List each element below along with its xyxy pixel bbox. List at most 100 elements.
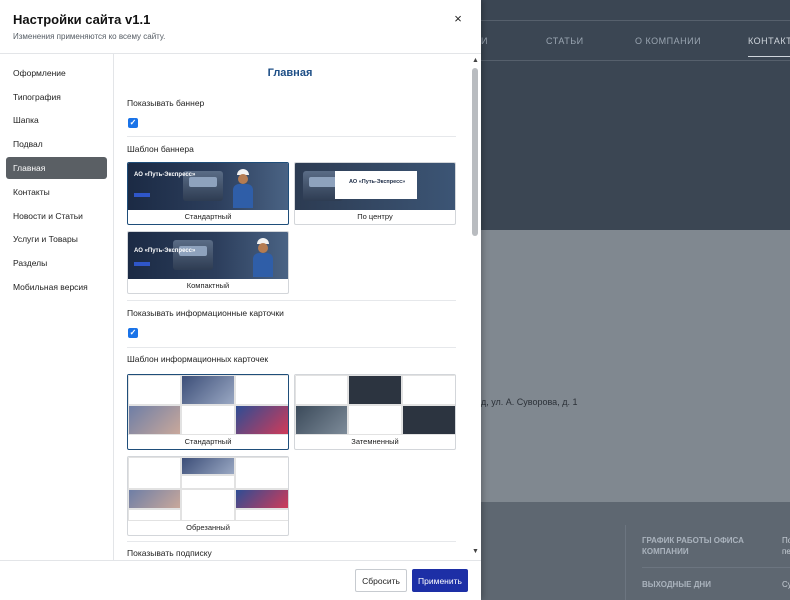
sidebar-item-mobile[interactable]: Мобильная версия <box>6 276 107 298</box>
panel-header: Настройки сайта v1.1 Изменения применяют… <box>0 0 481 54</box>
banner-template-label: Шаблон баннера <box>127 144 194 154</box>
worker-image <box>252 238 274 277</box>
panel-title: Настройки сайта v1.1 <box>13 12 151 27</box>
reset-button[interactable]: Сбросить <box>355 569 407 592</box>
section-title: Главная <box>267 67 313 79</box>
sidebar-item-header[interactable]: Шапка <box>6 109 107 131</box>
card-tile <box>128 489 181 509</box>
background-schedule-label: ГРАФИК РАБОТЫ ОФИСА <box>642 536 744 545</box>
sidebar-item-footer[interactable]: Подвал <box>6 133 107 155</box>
card-tile <box>235 509 288 521</box>
card-tile <box>235 405 288 435</box>
cards-template-cropped[interactable]: Обрезанный <box>127 456 289 536</box>
card-tile <box>348 405 402 435</box>
background-header-divider <box>481 60 790 61</box>
template-caption: По центру <box>357 212 393 221</box>
cards-thumbnail <box>295 375 455 435</box>
banner-template-center[interactable]: АО «Путь-Экспресс» По центру <box>294 162 456 225</box>
background-nav-underline <box>748 56 790 57</box>
show-info-cards-checkbox[interactable]: ✓ <box>128 328 138 338</box>
card-tile <box>181 457 235 475</box>
card-tile <box>128 509 181 521</box>
template-caption: Затемненный <box>351 437 399 446</box>
card-tile <box>348 375 402 405</box>
banner-brand-text: АО «Путь-Экспресс» <box>134 172 196 178</box>
divider <box>127 541 456 542</box>
background-footer-divider <box>642 567 790 568</box>
sidebar-item-news[interactable]: Новости и Статьи <box>6 205 107 227</box>
cards-template-standard[interactable]: Стандартный <box>127 374 289 450</box>
settings-sidebar: Оформление Типография Шапка Подвал Главн… <box>0 54 114 560</box>
sidebar-item-sections[interactable]: Разделы <box>6 252 107 274</box>
info-cards-template-label: Шаблон информационных карточек <box>127 354 269 364</box>
card-tile <box>295 375 348 405</box>
content-scrollbar[interactable]: ▲ ▼ <box>470 54 480 560</box>
close-icon[interactable]: × <box>450 11 466 27</box>
apply-button[interactable]: Применить <box>412 569 468 592</box>
sidebar-item-home[interactable]: Главная <box>6 157 107 179</box>
background-nav-item: КОНТАКТЫ <box>748 36 790 46</box>
banner-thumbnail: АО «Путь-Экспресс» <box>295 163 455 210</box>
template-caption: Компактный <box>186 281 230 290</box>
cards-thumbnail <box>128 375 288 435</box>
banner-thumbnail: АО «Путь-Экспресс» <box>128 232 288 279</box>
card-tile <box>128 375 181 405</box>
banner-template-compact[interactable]: АО «Путь-Экспресс» Компактный <box>127 231 289 294</box>
background-nav-item: О КОМПАНИИ <box>635 36 702 46</box>
banner-cta <box>134 262 150 266</box>
background-address: д, ул. А. Суворова, д. 1 <box>481 397 578 407</box>
panel-footer: Сбросить Применить <box>0 560 481 600</box>
scroll-up-icon[interactable]: ▲ <box>472 57 479 64</box>
background-schedule-value: По <box>782 536 790 545</box>
card-tile <box>235 457 288 489</box>
background-schedule-label: КОМПАНИИ <box>642 547 689 556</box>
background-weekend-label: ВЫХОДНЫЕ ДНИ <box>642 580 711 589</box>
show-subscription-label: Показывать подписку <box>127 548 212 558</box>
banner-center-box: АО «Путь-Экспресс» <box>335 171 417 199</box>
show-banner-checkbox[interactable]: ✓ <box>128 118 138 128</box>
background-nav-item: И <box>481 36 488 46</box>
cards-thumbnail <box>128 457 288 521</box>
banner-brand-text: АО «Путь-Экспресс» <box>134 248 196 254</box>
scroll-thumb[interactable] <box>472 68 478 236</box>
card-tile <box>128 405 181 435</box>
divider <box>127 347 456 348</box>
background-weekend-value: Су <box>782 580 790 589</box>
template-caption: Обрезанный <box>186 523 230 532</box>
card-tile <box>295 405 348 435</box>
cards-template-dark[interactable]: Затемненный <box>294 374 456 450</box>
background-header-divider <box>481 20 790 21</box>
settings-panel: Настройки сайта v1.1 Изменения применяют… <box>0 0 481 600</box>
banner-brand-text: АО «Путь-Экспресс» <box>349 179 406 185</box>
card-tile <box>181 489 235 521</box>
sidebar-item-contacts[interactable]: Контакты <box>6 181 107 203</box>
divider <box>127 136 456 137</box>
truck-image <box>173 240 213 270</box>
template-caption: Стандартный <box>184 212 232 221</box>
sidebar-item-services[interactable]: Услуги и Товары <box>6 228 107 250</box>
settings-content: Главная Показывать баннер ✓ Шаблон банне… <box>115 54 471 560</box>
background-footer <box>481 502 790 600</box>
background-footer-divider <box>625 525 626 600</box>
card-tile <box>181 475 235 489</box>
worker-image <box>232 169 254 208</box>
sidebar-item-appearance[interactable]: Оформление <box>6 62 107 84</box>
card-tile <box>181 375 235 405</box>
banner-cta <box>134 193 150 197</box>
card-tile <box>235 489 288 509</box>
panel-subtitle: Изменения применяются ко всему сайту. <box>13 32 166 41</box>
card-tile <box>402 375 455 405</box>
show-banner-label: Показывать баннер <box>127 98 205 108</box>
sidebar-item-typography[interactable]: Типография <box>6 86 107 108</box>
banner-template-standard[interactable]: АО «Путь-Экспресс» Стандартный <box>127 162 289 225</box>
scroll-down-icon[interactable]: ▼ <box>472 548 479 555</box>
background-schedule-value: пе <box>782 547 790 556</box>
card-tile <box>128 457 181 489</box>
background-nav-item: СТАТЬИ <box>546 36 584 46</box>
banner-thumbnail: АО «Путь-Экспресс» <box>128 163 288 210</box>
card-tile <box>402 405 455 435</box>
template-caption: Стандартный <box>184 437 232 446</box>
divider <box>127 300 456 301</box>
card-tile <box>181 405 235 435</box>
card-tile <box>235 375 288 405</box>
